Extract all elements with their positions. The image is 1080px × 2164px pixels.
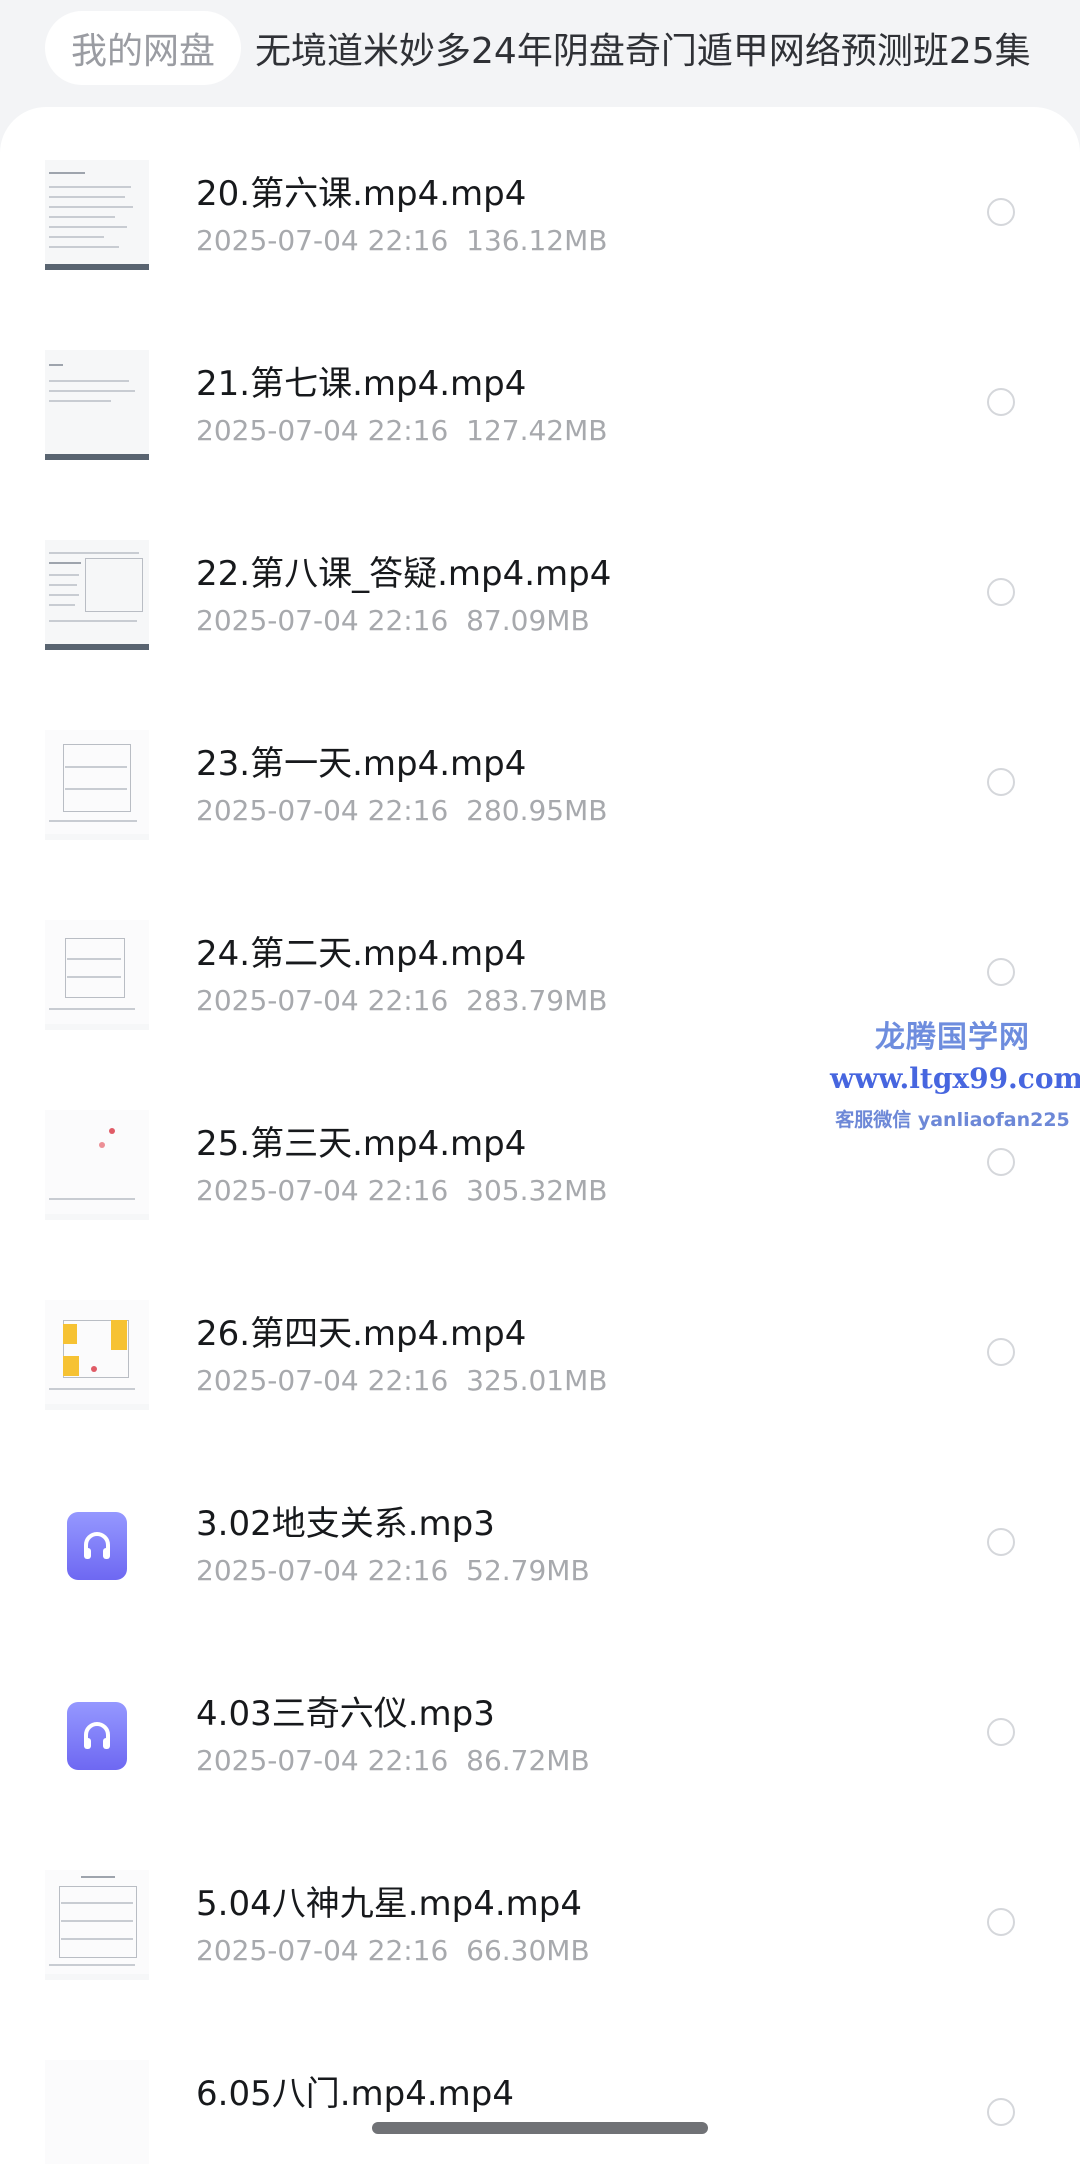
breadcrumb: 我的网盘 无境道米妙多24年阴盘奇门遁甲网络预测班25集 bbox=[0, 0, 1080, 95]
headphones-icon bbox=[67, 1512, 127, 1580]
select-checkbox[interactable] bbox=[987, 958, 1015, 986]
select-checkbox[interactable] bbox=[987, 1718, 1015, 1746]
watermark-url: www.ltgx99.com bbox=[830, 1062, 1080, 1095]
file-row[interactable]: 6.05八门.mp4.mp4 bbox=[0, 2007, 1080, 2164]
file-size: 127.42MB bbox=[466, 414, 608, 447]
file-size: 325.01MB bbox=[466, 1364, 608, 1397]
file-size: 280.95MB bbox=[466, 794, 608, 827]
file-name: 3.02地支关系.mp3 bbox=[196, 1504, 495, 1544]
file-date: 2025-07-04 22:16 bbox=[196, 794, 449, 827]
file-date: 2025-07-04 22:16 bbox=[196, 604, 449, 637]
select-checkbox[interactable] bbox=[987, 1148, 1015, 1176]
file-meta: 2025-07-04 22:16 52.79MB bbox=[196, 1554, 590, 1587]
file-date: 2025-07-04 22:16 bbox=[196, 1554, 449, 1587]
file-meta: 2025-07-04 22:16 86.72MB bbox=[196, 1744, 590, 1777]
file-row[interactable]: 4.03三奇六仪.mp3 2025-07-04 22:16 86.72MB bbox=[0, 1627, 1080, 1817]
audio-file-icon bbox=[45, 1490, 149, 1594]
file-meta: 2025-07-04 22:16 127.42MB bbox=[196, 414, 607, 447]
video-thumbnail bbox=[45, 350, 149, 460]
select-checkbox[interactable] bbox=[987, 768, 1015, 796]
watermark: 龙腾国学网 www.ltgx99.com 客服微信 yanliaofan225 bbox=[830, 1012, 1080, 1132]
file-name: 20.第六课.mp4.mp4 bbox=[196, 174, 527, 214]
watermark-contact: 客服微信 yanliaofan225 bbox=[835, 1109, 1070, 1131]
file-name: 4.03三奇六仪.mp3 bbox=[196, 1694, 495, 1734]
file-date: 2025-07-04 22:16 bbox=[196, 1364, 449, 1397]
file-name: 22.第八课_答疑.mp4.mp4 bbox=[196, 554, 612, 594]
file-size: 52.79MB bbox=[466, 1554, 590, 1587]
file-size: 305.32MB bbox=[466, 1174, 608, 1207]
video-thumbnail bbox=[45, 2060, 149, 2164]
select-checkbox[interactable] bbox=[987, 1528, 1015, 1556]
file-name: 25.第三天.mp4.mp4 bbox=[196, 1124, 527, 1164]
audio-file-icon bbox=[45, 1680, 149, 1784]
video-thumbnail bbox=[45, 730, 149, 840]
file-date: 2025-07-04 22:16 bbox=[196, 1934, 449, 1967]
file-date: 2025-07-04 22:16 bbox=[196, 414, 449, 447]
select-checkbox[interactable] bbox=[987, 1338, 1015, 1366]
file-meta: 2025-07-04 22:16 280.95MB bbox=[196, 794, 607, 827]
file-row[interactable]: 21.第七课.mp4.mp4 2025-07-04 22:16 127.42MB bbox=[0, 297, 1080, 487]
select-checkbox[interactable] bbox=[987, 388, 1015, 416]
headphones-icon bbox=[67, 1702, 127, 1770]
file-name: 5.04八神九星.mp4.mp4 bbox=[196, 1884, 582, 1924]
file-name: 26.第四天.mp4.mp4 bbox=[196, 1314, 527, 1354]
file-meta: 2025-07-04 22:16 325.01MB bbox=[196, 1364, 607, 1397]
file-meta: 2025-07-04 22:16 283.79MB bbox=[196, 984, 607, 1017]
file-date: 2025-07-04 22:16 bbox=[196, 1744, 449, 1777]
file-row[interactable]: 3.02地支关系.mp3 2025-07-04 22:16 52.79MB bbox=[0, 1437, 1080, 1627]
select-checkbox[interactable] bbox=[987, 578, 1015, 606]
file-name: 21.第七课.mp4.mp4 bbox=[196, 364, 527, 404]
video-thumbnail bbox=[45, 540, 149, 650]
file-meta: 2025-07-04 22:16 305.32MB bbox=[196, 1174, 607, 1207]
video-thumbnail bbox=[45, 1870, 149, 1980]
file-row[interactable]: 20.第六课.mp4.mp4 2025-07-04 22:16 136.12MB bbox=[0, 107, 1080, 297]
select-checkbox[interactable] bbox=[987, 198, 1015, 226]
file-meta: 2025-07-04 22:16 87.09MB bbox=[196, 604, 590, 637]
file-name: 6.05八门.mp4.mp4 bbox=[196, 2074, 514, 2114]
file-size: 283.79MB bbox=[466, 984, 608, 1017]
file-row[interactable]: 22.第八课_答疑.mp4.mp4 2025-07-04 22:16 87.09… bbox=[0, 487, 1080, 677]
breadcrumb-root-my-drive[interactable]: 我的网盘 bbox=[45, 10, 242, 85]
file-size: 87.09MB bbox=[466, 604, 590, 637]
file-date: 2025-07-04 22:16 bbox=[196, 1174, 449, 1207]
file-list-panel: 20.第六课.mp4.mp4 2025-07-04 22:16 136.12MB… bbox=[0, 107, 1080, 2164]
file-meta: 2025-07-04 22:16 66.30MB bbox=[196, 1934, 590, 1967]
breadcrumb-current-folder: 无境道米妙多24年阴盘奇门遁甲网络预测班25集 bbox=[255, 30, 1031, 72]
video-thumbnail bbox=[45, 920, 149, 1030]
file-name: 23.第一天.mp4.mp4 bbox=[196, 744, 527, 784]
file-row[interactable]: 26.第四天.mp4.mp4 2025-07-04 22:16 325.01MB bbox=[0, 1247, 1080, 1437]
watermark-title: 龙腾国学网 bbox=[875, 1020, 1030, 1055]
file-date: 2025-07-04 22:16 bbox=[196, 224, 449, 257]
file-row[interactable]: 23.第一天.mp4.mp4 2025-07-04 22:16 280.95MB bbox=[0, 677, 1080, 867]
file-meta: 2025-07-04 22:16 136.12MB bbox=[196, 224, 607, 257]
file-size: 66.30MB bbox=[466, 1934, 590, 1967]
video-thumbnail bbox=[45, 1300, 149, 1410]
file-date: 2025-07-04 22:16 bbox=[196, 984, 449, 1017]
file-row[interactable]: 5.04八神九星.mp4.mp4 2025-07-04 22:16 66.30M… bbox=[0, 1817, 1080, 2007]
home-indicator[interactable] bbox=[372, 2122, 708, 2134]
file-name: 24.第二天.mp4.mp4 bbox=[196, 934, 527, 974]
file-size: 86.72MB bbox=[466, 1744, 590, 1777]
video-thumbnail bbox=[45, 1110, 149, 1220]
file-size: 136.12MB bbox=[466, 224, 608, 257]
select-checkbox[interactable] bbox=[987, 1908, 1015, 1936]
video-thumbnail bbox=[45, 160, 149, 270]
select-checkbox[interactable] bbox=[987, 2098, 1015, 2126]
